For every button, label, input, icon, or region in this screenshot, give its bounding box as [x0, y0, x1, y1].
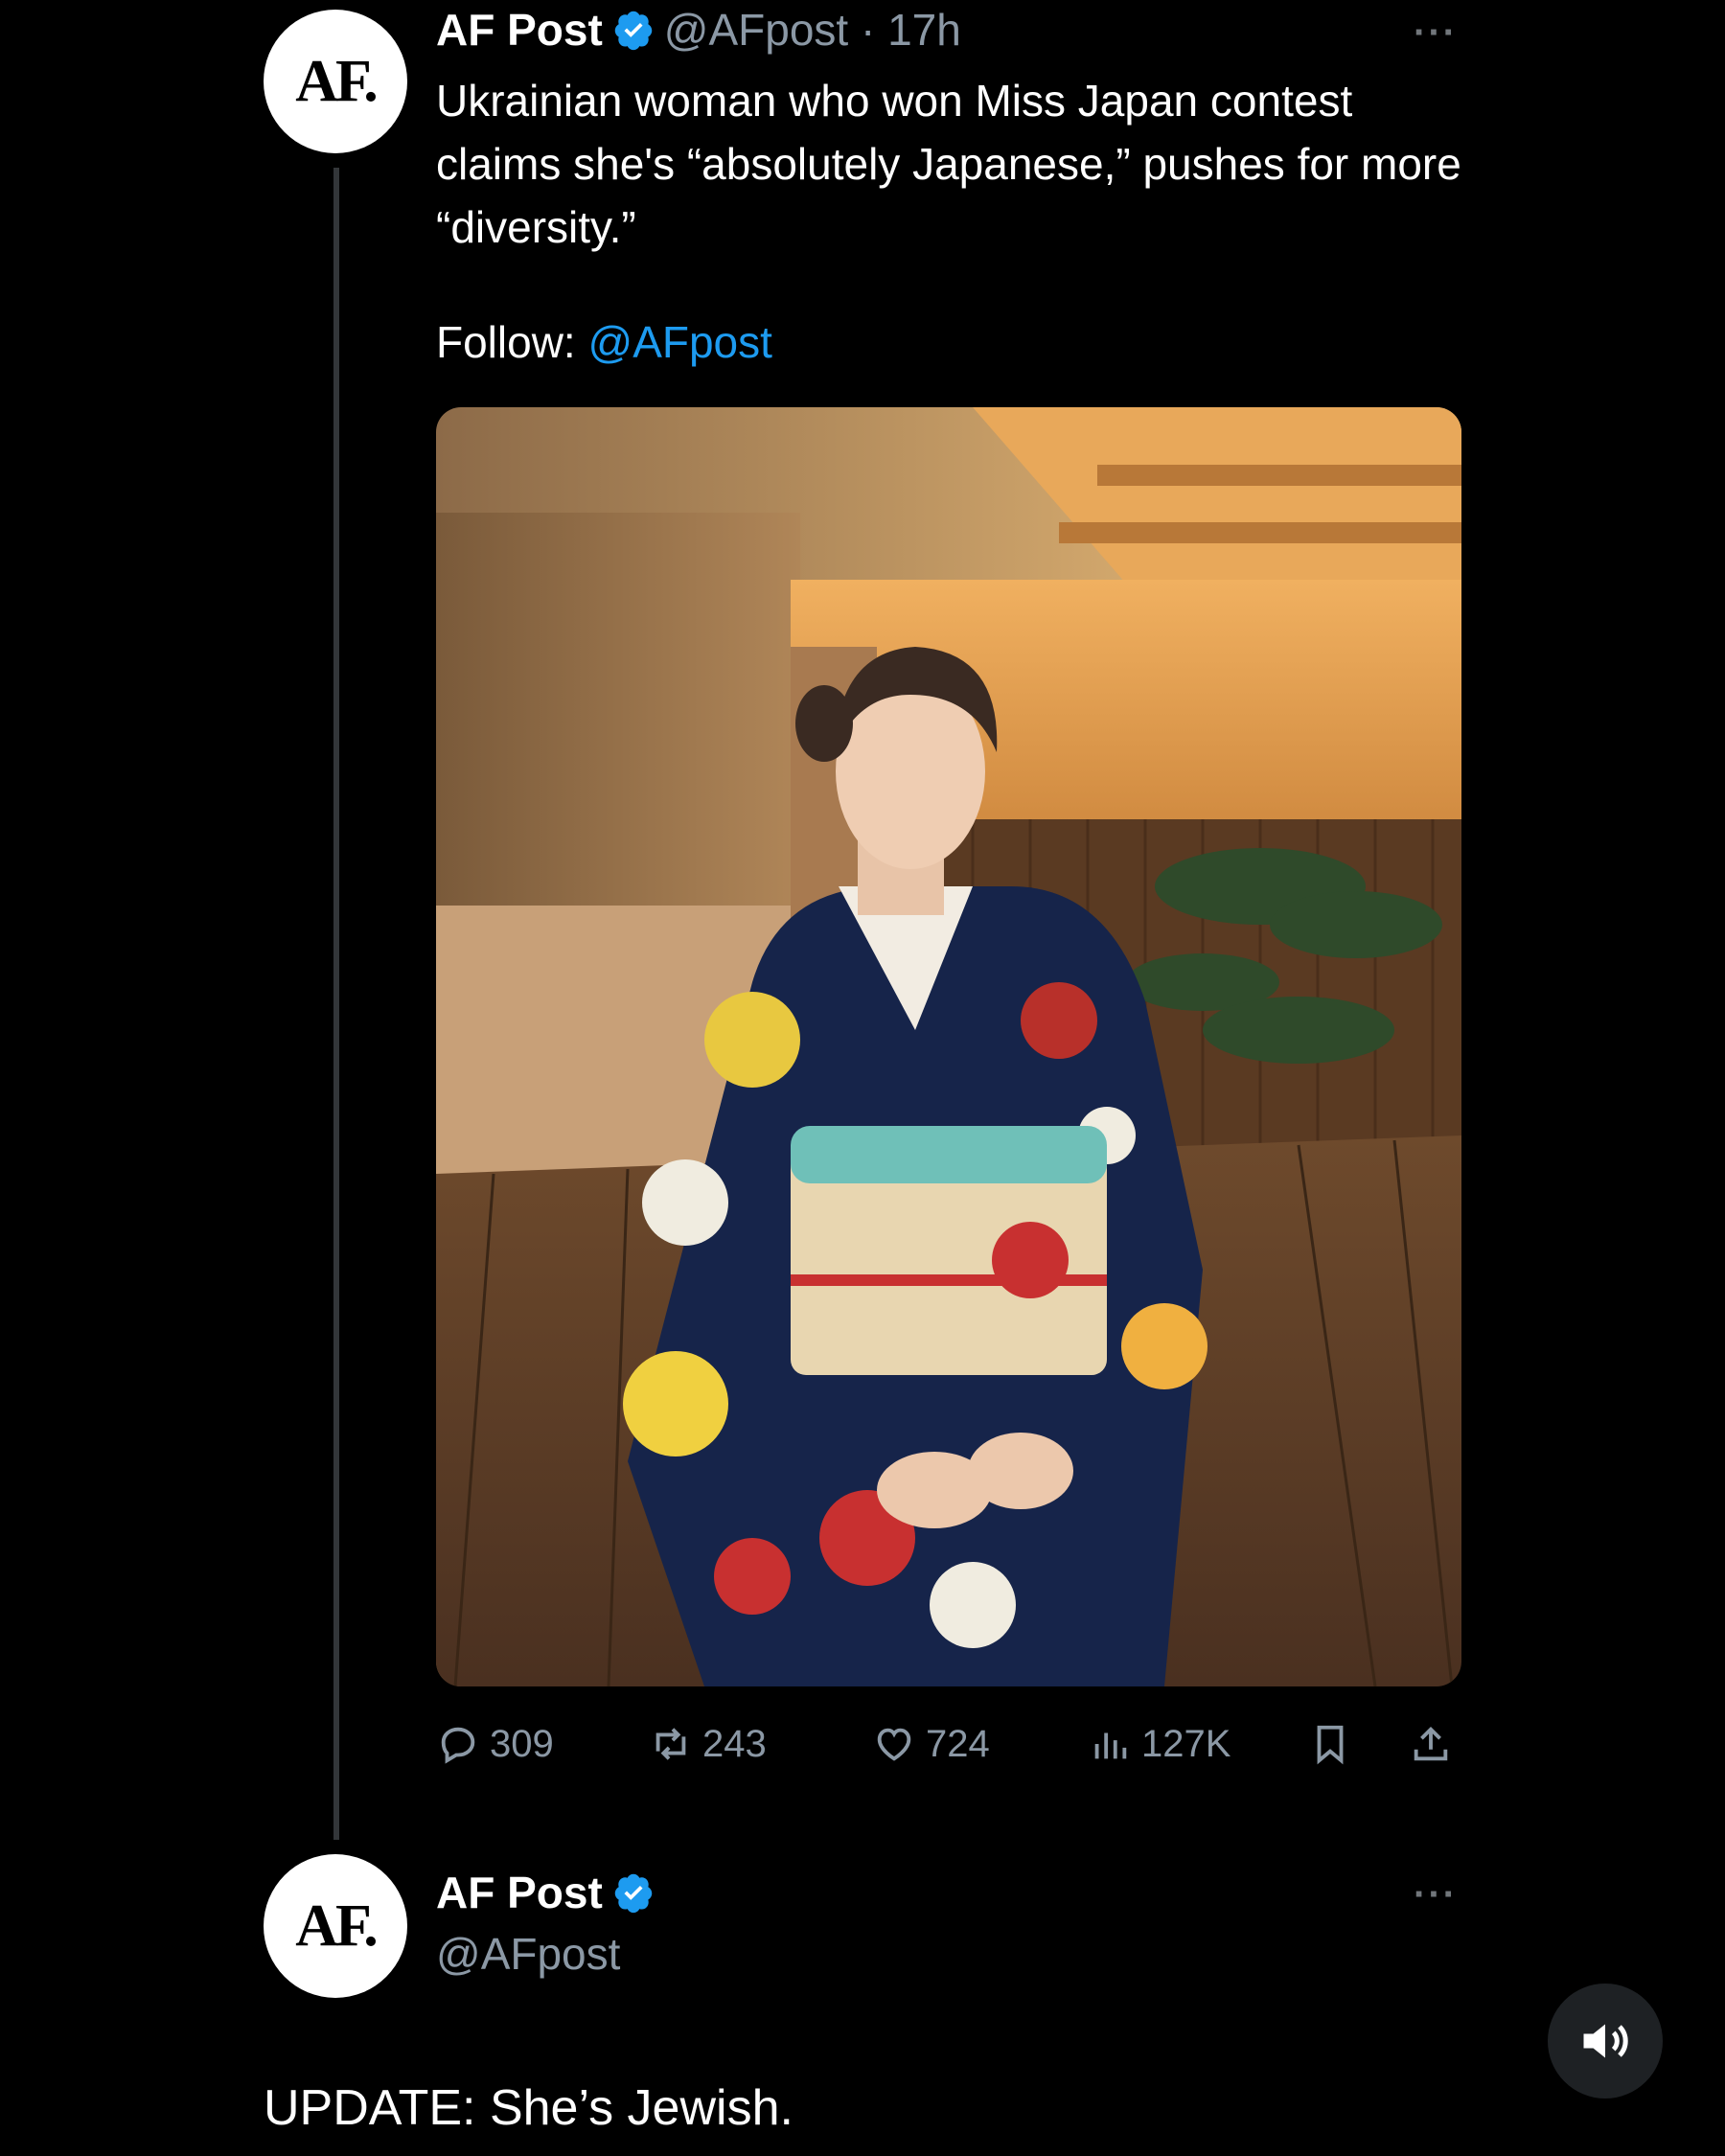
like-icon [877, 1728, 911, 1761]
views-icon [1094, 1732, 1127, 1759]
repost-count: 243 [702, 1722, 767, 1765]
share-button[interactable] [1409, 1722, 1453, 1766]
repost-button[interactable]: 243 [649, 1722, 767, 1766]
more-options-icon[interactable]: ··· [1414, 11, 1458, 55]
like-button[interactable]: 724 [872, 1722, 990, 1766]
author-name[interactable]: AF Post [436, 1867, 603, 1918]
bookmark-icon [1317, 1725, 1344, 1765]
author-handle[interactable]: @AFpost [436, 1928, 620, 1980]
sound-button[interactable] [1548, 1984, 1663, 2099]
handle-time[interactable]: @AFpost · 17h [664, 4, 961, 56]
avatar[interactable]: AF. [264, 10, 407, 153]
views-button[interactable]: 127K [1088, 1722, 1230, 1766]
tweet-photo[interactable] [436, 407, 1461, 1686]
reply-icon [441, 1727, 475, 1764]
repost-icon [656, 1728, 686, 1760]
verified-badge-icon [614, 11, 653, 51]
reply-button[interactable]: 309 [436, 1722, 554, 1766]
like-count: 724 [926, 1722, 990, 1765]
action-bar: 309 243 724 127K [436, 1715, 1461, 1773]
thread-line [334, 168, 339, 1840]
bookmark-button[interactable] [1308, 1722, 1352, 1766]
verified-badge-icon [614, 1873, 653, 1914]
views-count: 127K [1141, 1722, 1231, 1765]
follow-link[interactable]: @AFpost [588, 317, 772, 367]
tweet-header: AF Post @AFpost · 17h [436, 4, 961, 56]
follow-line: Follow: @AFpost [436, 316, 772, 368]
sound-icon [1583, 2024, 1628, 2058]
kimono-photo-illustration [436, 407, 1461, 1686]
share-icon [1414, 1726, 1448, 1761]
avatar[interactable]: AF. [264, 1854, 407, 1998]
reply-count: 309 [490, 1722, 554, 1765]
tweet-header: AF Post [436, 1867, 655, 1918]
update-text: UPDATE: She’s Jewish. [264, 2080, 794, 2136]
tweet-text: Ukrainian woman who won Miss Japan conte… [436, 76, 1461, 252]
more-options-icon[interactable]: ··· [1414, 1873, 1458, 1916]
follow-label: Follow: [436, 317, 576, 367]
author-name[interactable]: AF Post [436, 4, 603, 56]
